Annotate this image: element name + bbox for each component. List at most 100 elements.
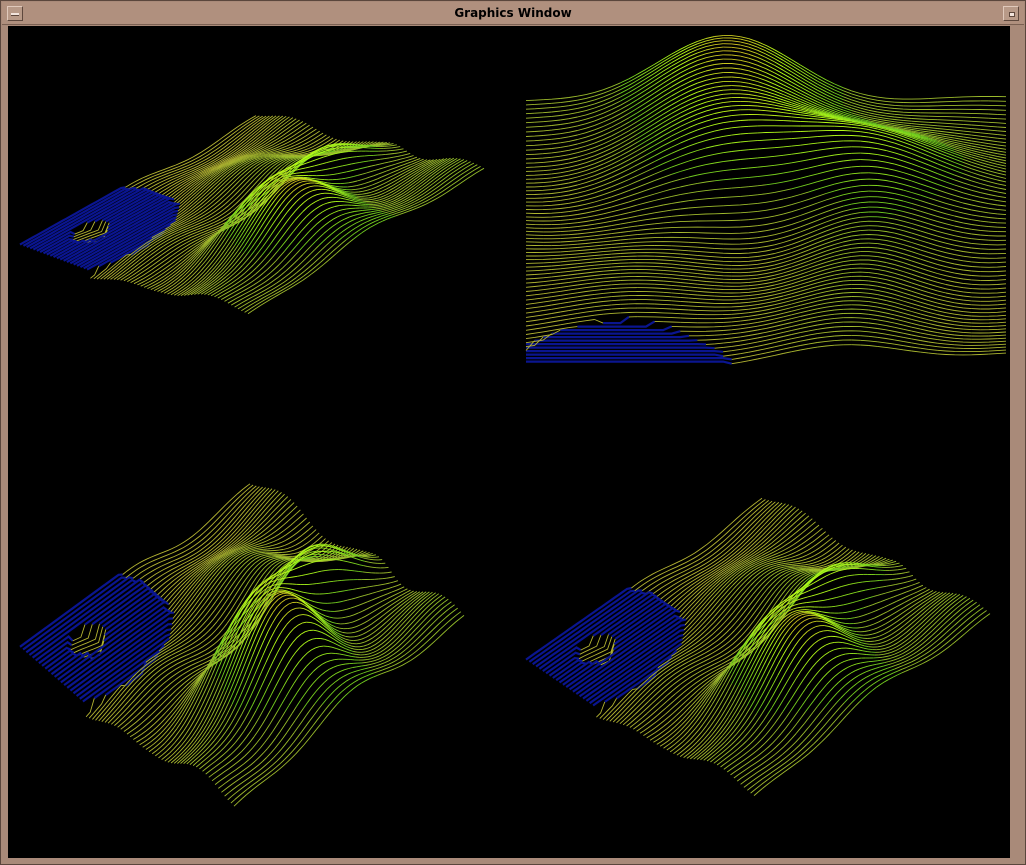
- wire-line: [902, 225, 912, 229]
- wire-line: [358, 167, 364, 170]
- wire-line: [217, 202, 223, 207]
- wire-line: [911, 223, 921, 227]
- wire-line: [902, 172, 912, 176]
- wire-line: [808, 229, 818, 234]
- wire-line: [877, 138, 887, 142]
- wire-line: [568, 156, 578, 160]
- wire-line: [645, 140, 655, 147]
- wire-line: [765, 314, 775, 318]
- wire-line: [877, 185, 887, 187]
- wire-line: [902, 266, 912, 271]
- wire-line: [662, 117, 672, 123]
- wire-line: [757, 352, 767, 356]
- wire-line: [980, 154, 990, 158]
- wire-line: [525, 212, 561, 214]
- wire-line: [568, 292, 578, 295]
- wire-line: [307, 236, 313, 242]
- wire-line: [662, 159, 672, 165]
- title-bar[interactable]: Graphics Window: [2, 2, 1024, 25]
- wire-line: [911, 163, 921, 168]
- wire-line: [395, 162, 401, 165]
- wire-line: [688, 199, 698, 202]
- wire-line: [402, 176, 412, 183]
- wire-line: [868, 132, 878, 136]
- wire-line: [319, 233, 325, 238]
- wire-line: [585, 293, 595, 296]
- wire-line: [740, 119, 749, 121]
- wire-line: [842, 227, 852, 231]
- wire-line: [237, 187, 243, 193]
- wire-line: [937, 321, 947, 324]
- wire-line: [383, 196, 389, 199]
- wire-line: [928, 191, 938, 196]
- wire-line: [229, 195, 234, 201]
- wire-line: [774, 190, 784, 193]
- wire-line: [297, 125, 303, 130]
- wire-line: [877, 277, 887, 281]
- wire-line: [164, 252, 170, 257]
- wire-line: [902, 296, 912, 300]
- wire-line: [963, 321, 972, 324]
- wire-line: [971, 256, 1007, 259]
- wire-line: [842, 231, 852, 235]
- wire-line: [954, 189, 964, 194]
- wire-line: [928, 279, 938, 283]
- wire-line: [404, 208, 410, 211]
- wire-line: [757, 302, 767, 306]
- wire-line: [150, 287, 156, 291]
- wire-line: [611, 155, 621, 161]
- wire-line: [292, 235, 298, 242]
- wire-line: [671, 171, 681, 175]
- wire-line: [834, 330, 878, 334]
- wire-line: [937, 173, 947, 178]
- wire-line: [920, 254, 930, 258]
- wire-line: [551, 195, 561, 198]
- wire-line: [427, 174, 433, 179]
- maximize-icon[interactable]: [1003, 6, 1019, 21]
- wire-line: [323, 229, 329, 234]
- wire-line: [131, 276, 136, 280]
- wire-line: [954, 268, 964, 271]
- wire-line: [602, 196, 612, 200]
- wire-line: [971, 214, 981, 217]
- wire-line: [225, 276, 230, 281]
- wire-line: [171, 273, 177, 278]
- wire-line: [911, 290, 921, 295]
- wire-line: [808, 115, 818, 118]
- wire-line: [292, 149, 298, 152]
- wire-line: [310, 241, 316, 247]
- wire-line: [902, 248, 912, 253]
- wire-line: [274, 195, 279, 202]
- wire-line: [911, 227, 921, 232]
- wire-line: [355, 161, 360, 164]
- wire-line: [928, 155, 938, 160]
- wire-line: [277, 236, 283, 243]
- wire-line: [714, 278, 732, 280]
- wire-line: [748, 148, 758, 151]
- wire-line: [299, 245, 305, 251]
- wire-line: [885, 180, 895, 183]
- wire-line: [697, 246, 707, 249]
- wire-line: [200, 228, 206, 232]
- wire-line: [654, 109, 664, 116]
- wire-line: [170, 260, 176, 265]
- wire-line: [620, 201, 630, 205]
- wire-line: [654, 183, 664, 188]
- wire-line: [834, 265, 844, 268]
- wire-line: [324, 254, 330, 259]
- wire-line: [146, 254, 152, 259]
- wire-line: [808, 188, 818, 193]
- wire-line: [375, 208, 380, 210]
- wire-line: [392, 144, 397, 147]
- wire-line: [456, 170, 462, 174]
- wire-line: [988, 198, 998, 202]
- wire-line: [902, 205, 912, 210]
- wire-line: [997, 150, 1007, 153]
- wire-line: [384, 213, 389, 216]
- wire-line: [232, 274, 238, 279]
- wire-line: [321, 168, 326, 171]
- wire-line: [868, 141, 878, 144]
- wire-line: [825, 270, 835, 274]
- wire-line: [928, 319, 938, 323]
- graphics-canvas[interactable]: [8, 26, 1010, 858]
